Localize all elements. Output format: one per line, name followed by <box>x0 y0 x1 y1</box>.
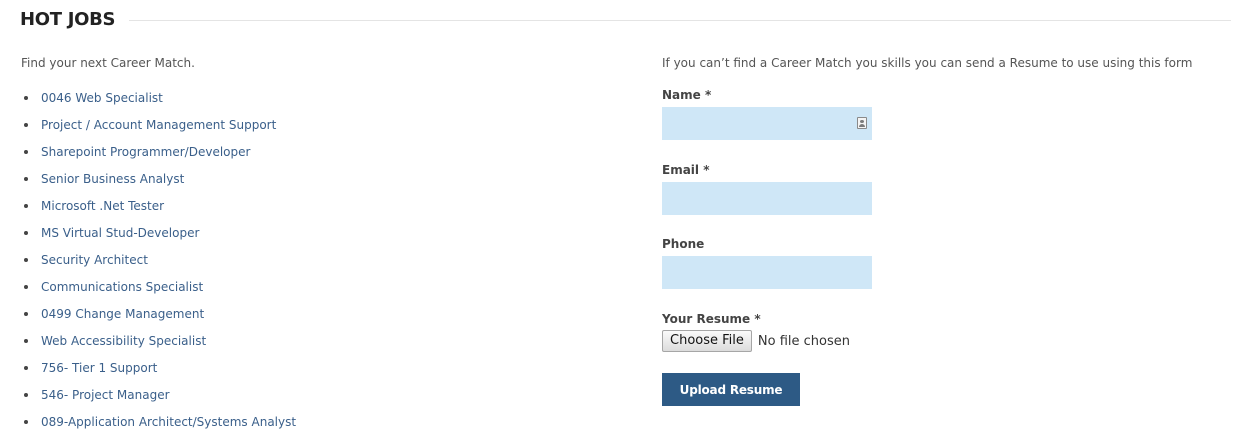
job-intro-text: Find your next Career Match. <box>21 56 195 70</box>
job-list-item: Senior Business Analyst <box>21 171 296 198</box>
job-list-item: Project / Account Management Support <box>21 117 296 144</box>
job-link[interactable]: Sharepoint Programmer/Developer <box>41 145 250 159</box>
job-link[interactable]: 546- Project Manager <box>41 388 170 402</box>
job-list-item: Communications Specialist <box>21 279 296 306</box>
name-input[interactable] <box>662 107 872 140</box>
job-list-item: 089-Application Architect/Systems Analys… <box>21 414 296 441</box>
job-link[interactable]: Microsoft .Net Tester <box>41 199 164 213</box>
job-link[interactable]: 756- Tier 1 Support <box>41 361 157 375</box>
file-status-text: No file chosen <box>757 333 850 349</box>
job-list-item: 546- Project Manager <box>21 387 296 414</box>
job-list-item: Microsoft .Net Tester <box>21 198 296 225</box>
upload-resume-button[interactable]: Upload Resume <box>662 373 800 406</box>
job-list-item: Security Architect <box>21 252 296 279</box>
job-list-item: Sharepoint Programmer/Developer <box>21 144 296 171</box>
bullet-icon <box>24 177 28 181</box>
section-heading: HOT JOBS <box>20 6 1231 32</box>
job-link[interactable]: Security Architect <box>41 253 148 267</box>
email-input[interactable] <box>662 182 872 215</box>
job-link[interactable]: Project / Account Management Support <box>41 118 276 132</box>
bullet-icon <box>24 258 28 262</box>
bullet-icon <box>24 312 28 316</box>
job-list-item: 0499 Change Management <box>21 306 296 333</box>
form-intro-text: If you can’t find a Career Match you ski… <box>662 56 1193 70</box>
bullet-icon <box>24 123 28 127</box>
resume-label: Your Resume * <box>662 312 761 326</box>
bullet-icon <box>24 285 28 289</box>
page-title: HOT JOBS <box>20 8 116 30</box>
job-link[interactable]: Communications Specialist <box>41 280 203 294</box>
job-link[interactable]: Senior Business Analyst <box>41 172 184 186</box>
job-list-item: Web Accessibility Specialist <box>21 333 296 360</box>
bullet-icon <box>24 231 28 235</box>
job-link[interactable]: MS Virtual Stud-Developer <box>41 226 199 240</box>
bullet-icon <box>24 204 28 208</box>
bullet-icon <box>24 339 28 343</box>
phone-label: Phone <box>662 237 705 251</box>
bullet-icon <box>24 150 28 154</box>
job-list-item: MS Virtual Stud-Developer <box>21 225 296 252</box>
job-list-item: 756- Tier 1 Support <box>21 360 296 387</box>
job-link[interactable]: Web Accessibility Specialist <box>41 334 206 348</box>
bullet-icon <box>24 366 28 370</box>
job-listing-column: Find your next Career Match. 0046 Web Sp… <box>21 55 581 429</box>
job-link[interactable]: 0046 Web Specialist <box>41 91 163 105</box>
email-label: Email * <box>662 163 710 177</box>
name-label: Name * <box>662 88 712 102</box>
job-list: 0046 Web Specialist Project / Account Ma… <box>21 90 296 441</box>
heading-divider <box>129 19 1231 21</box>
job-list-item: 0046 Web Specialist <box>21 90 296 117</box>
choose-file-button[interactable]: Choose File <box>662 330 752 352</box>
contact-card-icon[interactable] <box>857 117 867 129</box>
bullet-icon <box>24 393 28 397</box>
job-link[interactable]: 089-Application Architect/Systems Analys… <box>41 415 296 429</box>
resume-form: If you can’t find a Career Match you ski… <box>662 55 1232 406</box>
resume-file-picker: Choose File No file chosen <box>662 330 850 352</box>
phone-input[interactable] <box>662 256 872 289</box>
bullet-icon <box>24 420 28 424</box>
bullet-icon <box>24 96 28 100</box>
job-link[interactable]: 0499 Change Management <box>41 307 204 321</box>
